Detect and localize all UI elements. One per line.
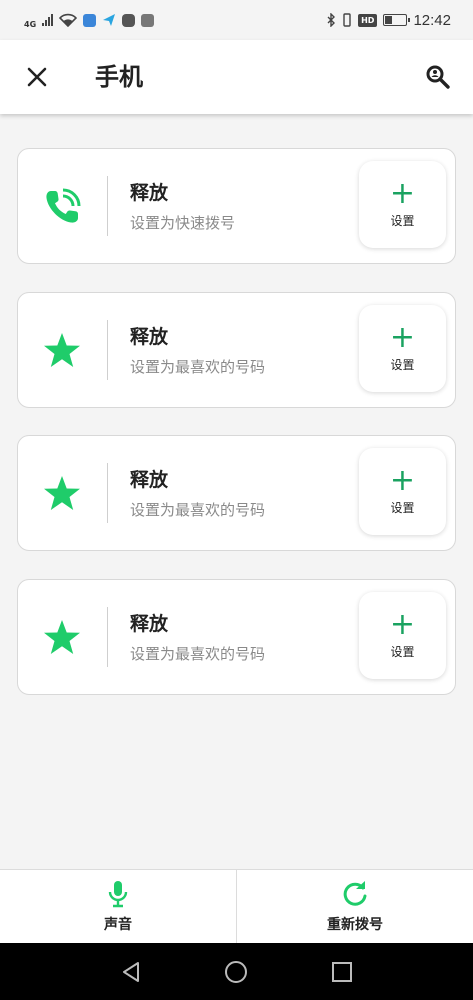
microphone-icon bbox=[108, 880, 128, 907]
voice-button[interactable]: 声音 bbox=[0, 870, 236, 943]
plus-icon: + bbox=[389, 320, 416, 355]
star-icon bbox=[40, 329, 84, 373]
clock: 12:42 bbox=[413, 11, 451, 29]
plus-icon: + bbox=[389, 176, 416, 211]
app-notification-icon bbox=[83, 13, 97, 27]
set-button-label: 设置 bbox=[390, 214, 415, 228]
set-button[interactable]: + 设置 bbox=[359, 592, 446, 679]
card-divider bbox=[107, 176, 108, 236]
speed-dial-card[interactable]: 释放 设置为快速拨号 + 设置 bbox=[17, 148, 456, 264]
card-subtitle: 设置为快速拨号 bbox=[130, 214, 236, 232]
send-icon bbox=[103, 14, 116, 26]
card-title: 释放 bbox=[130, 469, 169, 491]
battery-icon bbox=[383, 14, 411, 26]
card-divider bbox=[107, 463, 108, 523]
status-right-icons: HD 12:42 bbox=[326, 12, 451, 29]
hd-badge: HD bbox=[358, 13, 378, 27]
bluetooth-icon bbox=[327, 13, 336, 27]
favorite-card[interactable]: 释放 设置为最喜欢的号码 + 设置 bbox=[17, 292, 456, 408]
favorite-card[interactable]: 释放 设置为最喜欢的号码 + 设置 bbox=[17, 435, 456, 551]
phone-dialing-icon bbox=[40, 185, 84, 229]
card-subtitle: 设置为最喜欢的号码 bbox=[130, 501, 266, 519]
redial-button[interactable]: 重新拨号 bbox=[236, 870, 473, 943]
system-nav-bar bbox=[0, 943, 473, 1000]
voice-label: 声音 bbox=[104, 916, 132, 933]
camera-app-icon bbox=[122, 13, 136, 27]
refresh-icon bbox=[343, 880, 367, 906]
plus-icon: + bbox=[389, 463, 416, 498]
card-subtitle: 设置为最喜欢的号码 bbox=[130, 645, 266, 663]
star-icon bbox=[40, 616, 84, 660]
signal-icon bbox=[42, 14, 54, 26]
recents-icon[interactable] bbox=[329, 959, 355, 985]
set-button-label: 设置 bbox=[390, 645, 415, 659]
search-icon[interactable] bbox=[423, 62, 453, 92]
close-icon[interactable] bbox=[22, 62, 52, 92]
set-button[interactable]: + 设置 bbox=[359, 161, 446, 248]
wifi-icon bbox=[59, 13, 78, 27]
status-bar: 4G HD 12:42 bbox=[0, 0, 473, 40]
plus-icon: + bbox=[389, 607, 416, 642]
card-divider bbox=[107, 320, 108, 380]
redial-label: 重新拨号 bbox=[327, 916, 383, 933]
game-app-icon bbox=[141, 13, 155, 27]
set-button-label: 设置 bbox=[390, 501, 415, 515]
back-icon[interactable] bbox=[118, 959, 144, 985]
bottom-action-bar: 声音 重新拨号 bbox=[0, 869, 473, 943]
home-icon[interactable] bbox=[223, 959, 249, 985]
favorite-card[interactable]: 释放 设置为最喜欢的号码 + 设置 bbox=[17, 579, 456, 695]
card-title: 释放 bbox=[130, 182, 169, 204]
set-button[interactable]: + 设置 bbox=[359, 448, 446, 535]
status-left-icons: 4G bbox=[24, 11, 155, 29]
star-icon bbox=[40, 472, 84, 516]
set-button-label: 设置 bbox=[390, 358, 415, 372]
card-subtitle: 设置为最喜欢的号码 bbox=[130, 358, 266, 376]
card-divider bbox=[107, 607, 108, 667]
app-bar: 手机 bbox=[0, 40, 473, 114]
card-title: 释放 bbox=[130, 326, 169, 348]
vibrate-icon bbox=[343, 13, 351, 27]
page-title: 手机 bbox=[95, 63, 143, 91]
network-type: 4G bbox=[24, 20, 37, 29]
set-button[interactable]: + 设置 bbox=[359, 305, 446, 392]
card-title: 释放 bbox=[130, 613, 169, 635]
